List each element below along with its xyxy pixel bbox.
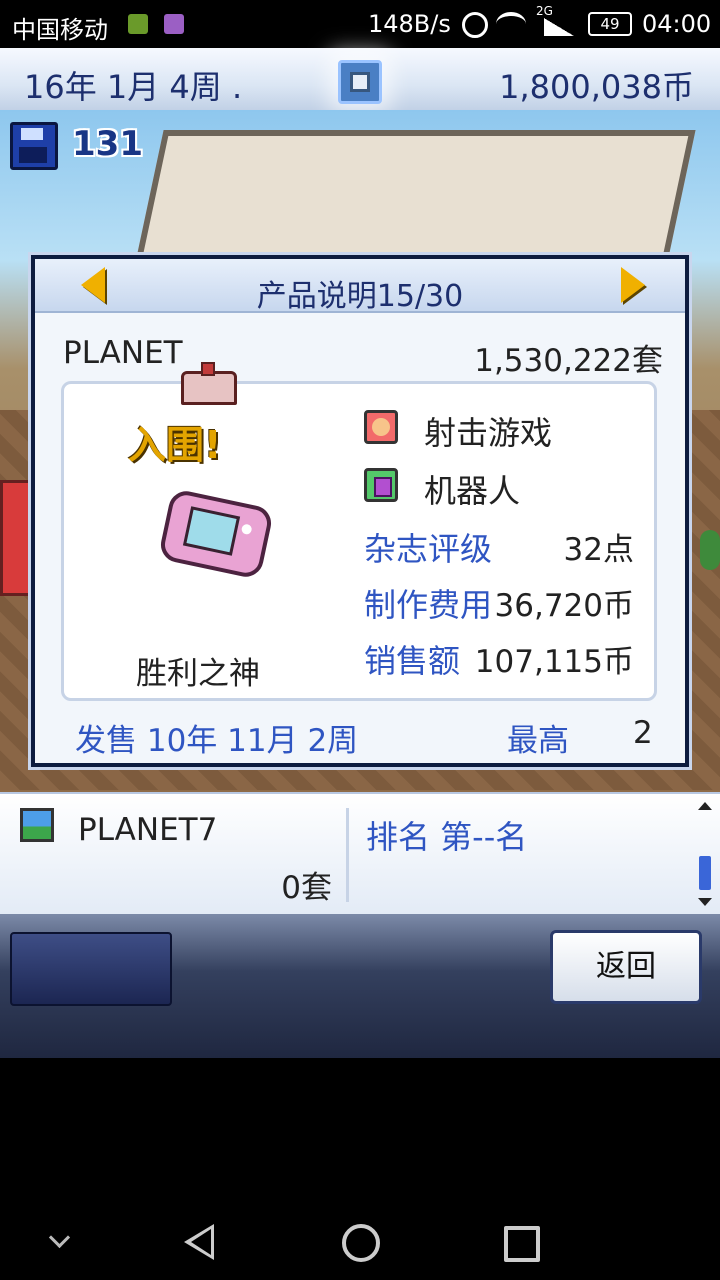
- network-type: 2G: [536, 4, 553, 18]
- stat-value-cost: 36,720币: [494, 588, 634, 624]
- theme-icon: [364, 468, 398, 502]
- net-speed: 148B/s: [368, 10, 451, 38]
- panel-divider: [346, 808, 349, 902]
- genre-label: 射击游戏: [424, 414, 553, 452]
- list-product-name[interactable]: PLANET7: [78, 812, 217, 848]
- genre-icon: [364, 410, 398, 444]
- back-button[interactable]: 返回: [550, 930, 702, 1004]
- carrier-label: 中国移动: [12, 16, 108, 44]
- nominee-badge: 入围!: [128, 423, 222, 467]
- blank-button[interactable]: [10, 932, 172, 1006]
- handheld-console-icon: [157, 487, 275, 581]
- product-thumbnail-icon: [20, 808, 54, 842]
- scroll-up-icon[interactable]: [698, 802, 712, 810]
- nav-recents-icon[interactable]: [504, 1226, 540, 1262]
- console-name: 胜利之神: [136, 656, 260, 692]
- game-date: 16年 1月 4周 .: [24, 68, 243, 106]
- potted-plant: [700, 530, 720, 570]
- clock: 04:00: [642, 10, 712, 38]
- nav-home-icon[interactable]: [342, 1224, 380, 1262]
- save-disk-icon[interactable]: [10, 122, 58, 170]
- battery-icon: 49: [588, 12, 632, 36]
- dialog-title: 产品说明15/30: [256, 279, 464, 314]
- product-list-panel: PLANET7 0套 排名 第--名: [0, 792, 720, 916]
- scrollbar[interactable]: [698, 802, 712, 906]
- app-notification-icon: [128, 14, 148, 34]
- status-bar: 中国移动 148B/s 2G 49 04:00: [0, 0, 720, 48]
- best-rank-label: 最高: [507, 723, 569, 759]
- product-info-dialog: 产品说明15/30 PLANET 1,530,222套 入围! 胜利之神 射击游…: [28, 252, 692, 770]
- money-display: 1,800,038币: [499, 68, 694, 106]
- product-sales: 1,530,222套: [474, 343, 663, 379]
- product-detail-box: 入围! 胜利之神 射击游戏 机器人 杂志评级 32点 制作费用 36,720币 …: [61, 381, 657, 701]
- list-product-sales: 0套: [281, 870, 332, 906]
- top-hud: 16年 1月 4周 . 1,800,038币: [0, 48, 720, 112]
- theme-label: 机器人: [424, 472, 521, 510]
- alarm-icon: [462, 12, 488, 38]
- gallery-notification-icon: [164, 14, 184, 34]
- system-nav-bar: [0, 1200, 720, 1280]
- disk-count: 131: [72, 124, 143, 164]
- chevron-down-icon[interactable]: [48, 1226, 71, 1249]
- footer-bar: 返回: [0, 914, 720, 1058]
- crown-icon: [181, 362, 237, 405]
- release-date: 发售 10年 11月 2周: [75, 723, 359, 759]
- dialog-header: 产品说明15/30: [35, 259, 685, 314]
- scroll-down-icon[interactable]: [698, 898, 712, 906]
- dialog-body: 产品说明15/30 PLANET 1,530,222套 入围! 胜利之神 射击游…: [35, 259, 685, 763]
- ranking-label: 排名 第--名: [366, 818, 528, 856]
- stat-value-rating: 32点: [563, 532, 634, 568]
- stat-value-revenue: 107,115币: [474, 644, 634, 680]
- stat-label-revenue: 销售额: [364, 642, 461, 680]
- next-arrow-icon[interactable]: [621, 267, 645, 303]
- best-rank-value: 2: [633, 715, 653, 751]
- signal-icon: [544, 18, 574, 36]
- menu-toggle-icon[interactable]: [338, 60, 382, 104]
- nav-back-icon[interactable]: [184, 1224, 214, 1260]
- product-name: PLANET: [63, 335, 183, 371]
- scroll-thumb[interactable]: [699, 856, 711, 890]
- wifi-icon: [496, 12, 526, 36]
